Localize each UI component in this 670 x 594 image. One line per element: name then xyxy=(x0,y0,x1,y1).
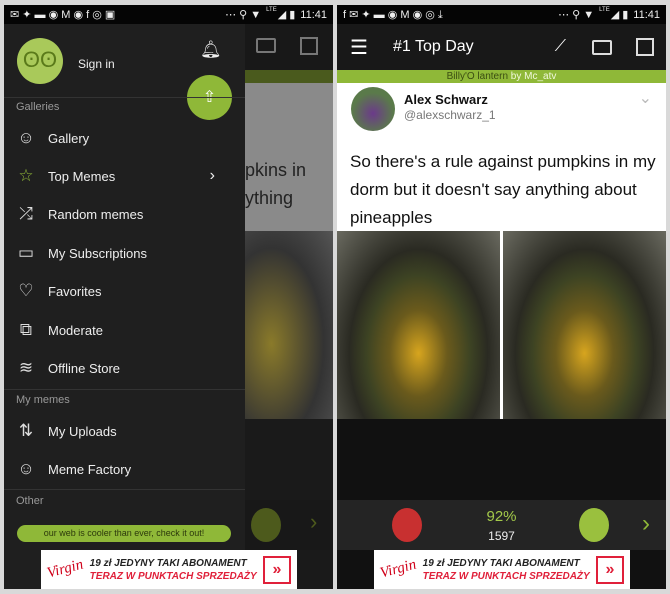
menu-item-moderate[interactable]: ⧉ Moderate xyxy=(4,312,245,348)
status-bar: f ✉ ✦ ▬ ◉ M ◉ ◎ ⤓ ⋯ ⚲ ▼ LTE ◢ ▮ 11:41 xyxy=(337,5,666,24)
wifi-icon: ≋ xyxy=(18,358,34,377)
avatar[interactable]: ʘʘ xyxy=(17,38,63,84)
next-arrow-icon[interactable]: › xyxy=(310,509,317,535)
network-type: LTE xyxy=(599,7,610,13)
me-gusta-face-upvote[interactable] xyxy=(579,508,609,542)
page-title: #1 Top Day xyxy=(393,38,474,55)
menu-item-my-uploads[interactable]: ⇅ My Uploads xyxy=(4,413,245,449)
bell-icon[interactable]: 🔔︎ xyxy=(200,40,222,60)
gallery-icon: ☺ xyxy=(17,128,35,147)
clock: 11:41 xyxy=(633,8,660,21)
meme-title: Billy'O lantern xyxy=(446,71,509,82)
menu-item-my-subscriptions[interactable]: ▭ My Subscriptions xyxy=(4,235,245,271)
ad-banner[interactable]: Virgin 19 zł JEDYNY TAKI ABONAMENT TERAZ … xyxy=(41,550,297,589)
notification-icons: ✉ ✦ ▬ ◉ M ◉ f ◎ ▣ xyxy=(10,9,116,21)
virgin-logo: Virgin xyxy=(378,556,418,582)
menu-item-meme-factory[interactable]: ☺ Meme Factory xyxy=(4,451,245,487)
chat-icon[interactable] xyxy=(592,39,612,55)
grid-icon[interactable] xyxy=(636,38,654,56)
tweet-author-name: Alex Schwarz xyxy=(404,92,488,107)
vote-bar: 92% 1597 › xyxy=(337,500,666,550)
meme-face-icon xyxy=(251,508,281,542)
tweet-text: So there's a rule against pumpkins in my… xyxy=(350,152,656,227)
section-my-memes: My memes xyxy=(16,394,70,406)
vote-count: 1597 xyxy=(488,529,515,543)
virgin-logo: Virgin xyxy=(45,556,85,582)
menu-item-offline-store[interactable]: ≋ Offline Store xyxy=(4,350,245,386)
pineapple-image-2 xyxy=(503,231,666,419)
ad-arrow-button[interactable]: » xyxy=(596,555,624,584)
behind-text-line: pkins in xyxy=(245,160,307,180)
network-type: LTE xyxy=(266,7,277,13)
promo-button[interactable]: our web is cooler than ever, check it ou… xyxy=(17,525,231,542)
shuffle-icon: ⤮ xyxy=(19,204,33,223)
ad-banner[interactable]: Virgin 19 zł JEDYNY TAKI ABONAMENT TERAZ … xyxy=(374,550,630,589)
pineapple-image-1 xyxy=(337,231,500,419)
chevron-down-icon[interactable]: ⌄ xyxy=(639,88,652,108)
section-other: Other xyxy=(16,495,44,507)
tweet-handle: @alexschwarz_1 xyxy=(404,108,496,122)
cast-icon: ▭ xyxy=(17,243,35,262)
sign-in-link[interactable]: Sign in xyxy=(78,57,115,71)
tweet-card: Alex Schwarz @alexschwarz_1 ⌄ So there's… xyxy=(337,83,666,231)
top-app-bar: ☰ #1 Top Day ⟋ xyxy=(337,24,666,70)
menu-item-favorites[interactable]: ♡ Favorites xyxy=(4,273,245,309)
behind-text-line: ything xyxy=(245,188,294,208)
chat-icon[interactable] xyxy=(256,38,276,53)
section-galleries: Galleries xyxy=(16,101,60,113)
meme-factory-icon: ☺ xyxy=(17,459,35,478)
clock: 11:41 xyxy=(300,8,327,21)
right-screen: f ✉ ✦ ▬ ◉ M ◉ ◎ ⤓ ⋯ ⚲ ▼ LTE ◢ ▮ 11:41 ☰ #1 T… xyxy=(337,5,666,589)
menu-item-gallery[interactable]: ☺ Gallery xyxy=(4,120,245,156)
menu-item-top-memes[interactable]: ☆ Top Memes › xyxy=(4,158,245,194)
grid-icon[interactable] xyxy=(300,37,318,55)
next-arrow-icon[interactable]: › xyxy=(642,510,650,538)
moderate-icon: ⧉ xyxy=(19,320,33,339)
menu-item-random-memes[interactable]: ⤮ Random memes xyxy=(4,196,245,232)
left-screen: ✉ ✦ ▬ ◉ M ◉ f ◎ ▣ ⋯ ⚲ ▼ LTE ◢ ▮ 11:41 pkins … xyxy=(4,5,333,589)
ad-arrow-button[interactable]: » xyxy=(263,555,291,584)
status-icons: ⋯ ⚲ ▼ xyxy=(558,9,595,21)
star-icon: ☆ xyxy=(18,166,34,185)
tweet-avatar xyxy=(351,87,395,131)
signal-battery-icons: ◢ ▮ xyxy=(277,9,296,21)
stats-icon[interactable]: ⟋ xyxy=(555,38,566,56)
menu-icon[interactable]: ☰ xyxy=(337,35,381,60)
status-bar: ✉ ✦ ▬ ◉ M ◉ f ◎ ▣ ⋯ ⚲ ▼ LTE ◢ ▮ 11:41 xyxy=(4,5,333,24)
heart-icon: ♡ xyxy=(18,281,34,300)
meme-author[interactable]: by Mc_atv xyxy=(511,71,557,82)
navigation-drawer: ʘʘ Sign in 🔔︎ ⇧ Galleries ☺ Gallery ☆ Top … xyxy=(4,24,245,589)
meme-title-bar: Billy'O lantern by Mc_atv xyxy=(337,70,666,83)
sort-arrows-icon: ⇅ xyxy=(18,421,34,440)
notification-icons: f ✉ ✦ ▬ ◉ M ◉ ◎ ⤓ xyxy=(343,8,443,21)
chevron-right-icon: › xyxy=(209,167,215,184)
meme-images xyxy=(337,231,666,419)
status-icons: ⋯ ⚲ ▼ xyxy=(225,9,262,21)
rating-percent: 92% xyxy=(486,508,517,525)
signal-battery-icons: ◢ ▮ xyxy=(610,9,629,21)
